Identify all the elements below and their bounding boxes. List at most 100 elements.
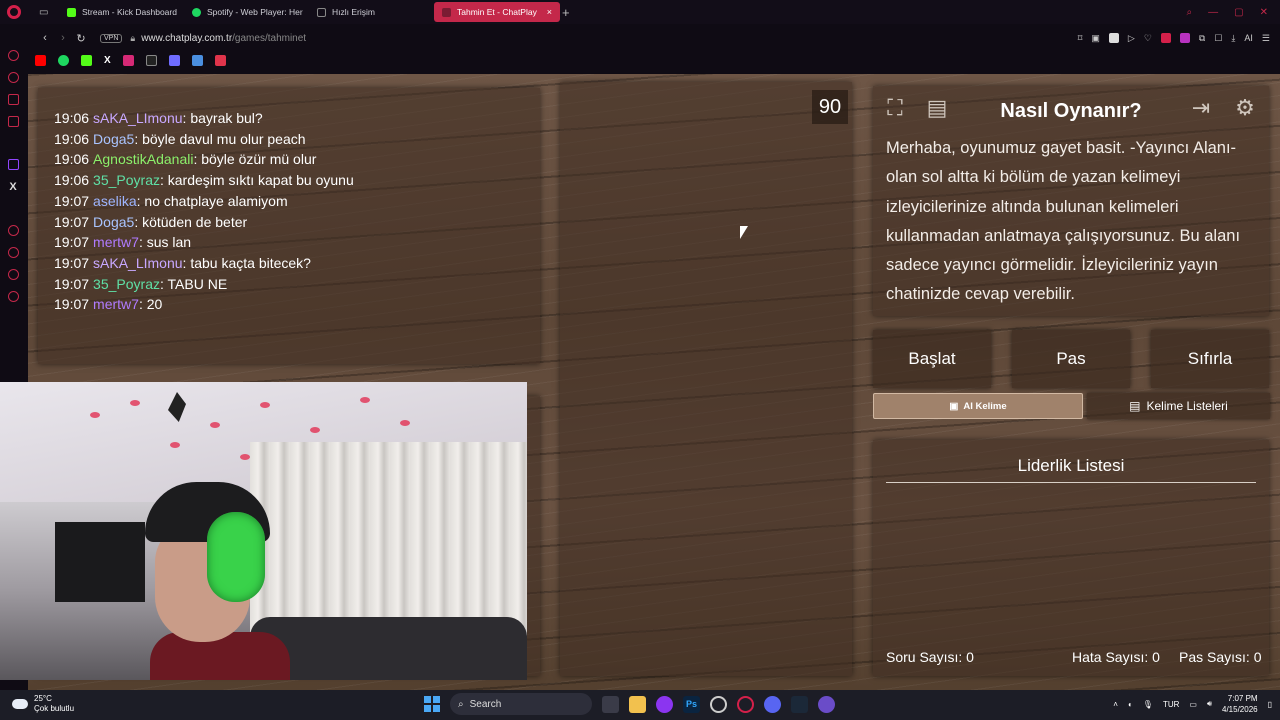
aria-icon[interactable] bbox=[7, 50, 19, 61]
volume-icon[interactable]: 🔊︎ bbox=[1207, 699, 1212, 709]
url-field[interactable]: www.chatplay.com.tr/games/tahminet bbox=[141, 33, 306, 44]
steam-icon[interactable] bbox=[791, 695, 808, 713]
obs-icon[interactable] bbox=[710, 695, 727, 713]
tab-workspaces[interactable]: ▭ bbox=[31, 2, 59, 22]
workspaces-icon[interactable]: ▭ bbox=[39, 7, 48, 18]
chat-message: 19:07 mertw7: sus lan bbox=[54, 234, 192, 251]
play-icon[interactable]: ▷ bbox=[1128, 33, 1135, 44]
chat-time: 19:07 bbox=[54, 275, 90, 292]
shield-icon[interactable] bbox=[1108, 33, 1119, 43]
chat-time: 19:06 bbox=[54, 172, 90, 189]
minimize-icon[interactable]: — bbox=[1208, 7, 1218, 18]
photoshop-icon[interactable]: Ps bbox=[683, 695, 700, 713]
question-count: Soru Sayısı: 0 bbox=[886, 649, 974, 665]
word-lists-button[interactable]: ▤ Kelime Listeleri bbox=[1087, 393, 1270, 419]
youtube-icon[interactable] bbox=[35, 54, 46, 66]
chat-message: 19:06 Doga5: böyle davul mu olur peach bbox=[54, 130, 306, 147]
extension-icon[interactable] bbox=[1179, 33, 1190, 43]
task-view-icon[interactable] bbox=[602, 695, 619, 713]
chat-text: kötüden de beter bbox=[142, 213, 248, 230]
new-tab-button[interactable]: + bbox=[562, 5, 570, 20]
puzzle-icon[interactable]: ⧉ bbox=[1199, 33, 1205, 44]
chat-username[interactable]: Doga5 bbox=[93, 214, 134, 230]
tab-kick[interactable]: Stream - Kick Dashboard bbox=[59, 2, 184, 22]
taskbar-search[interactable]: ⌕ Search bbox=[450, 693, 592, 715]
chat-username[interactable]: aselika bbox=[93, 193, 137, 209]
start-button[interactable]: Başlat bbox=[873, 330, 991, 388]
messenger-icon[interactable] bbox=[7, 94, 19, 105]
network-icon[interactable]: ◐ bbox=[1128, 700, 1133, 709]
tiktok-icon[interactable] bbox=[145, 54, 157, 66]
microphone-icon[interactable]: 🎙︎ bbox=[1143, 700, 1153, 709]
display-icon[interactable]: ▭ bbox=[1189, 700, 1197, 709]
settings-gear-icon[interactable]: ⚙ bbox=[1229, 92, 1261, 124]
help-panel: ⛶ ▤ Nasıl Oynanır? ⇥ ⚙ Merhaba, oyunumuz… bbox=[873, 86, 1269, 316]
chat-username[interactable]: Doga5 bbox=[93, 131, 134, 147]
instagram-icon[interactable] bbox=[122, 54, 134, 66]
chat-username[interactable]: mertw7 bbox=[93, 234, 139, 250]
opera-icon[interactable] bbox=[737, 695, 754, 713]
search-tabs-icon[interactable]: ⌕ bbox=[1187, 7, 1193, 18]
mail-icon[interactable] bbox=[7, 116, 19, 127]
snapshot-icon[interactable]: ▣ bbox=[1091, 33, 1100, 44]
weather-text: Çok bulutlu bbox=[34, 704, 75, 713]
close-tab-icon[interactable]: × bbox=[547, 7, 552, 17]
crypto-wallet-icon[interactable] bbox=[7, 72, 19, 83]
player-icon[interactable] bbox=[7, 225, 19, 236]
taskbar-apps: ⌕ Search Ps bbox=[424, 693, 835, 715]
file-explorer-icon[interactable] bbox=[629, 695, 646, 713]
history-icon[interactable] bbox=[7, 247, 19, 258]
menu-icon[interactable]: ☰ bbox=[1262, 33, 1270, 44]
tab-quick-access[interactable]: Hızlı Erişim bbox=[309, 2, 434, 22]
x-icon[interactable]: X bbox=[104, 55, 111, 66]
chat-username[interactable]: mertw7 bbox=[93, 296, 139, 312]
chevron-up-icon[interactable]: ˄ bbox=[1113, 700, 1118, 709]
tab-chatplay[interactable]: Tahmin Et - ChatPlay × bbox=[434, 2, 560, 22]
easy-setup-icon[interactable]: ☐ bbox=[1214, 33, 1222, 44]
extensions-icon[interactable] bbox=[7, 269, 19, 280]
reload-icon[interactable]: ↻ bbox=[72, 32, 90, 45]
bookmark-icon[interactable]: ⌑ bbox=[1078, 33, 1083, 44]
heart-icon[interactable]: ♡ bbox=[1144, 33, 1152, 44]
opera-logo-icon[interactable] bbox=[7, 5, 21, 19]
twitch-icon[interactable] bbox=[7, 159, 19, 170]
chat-time: 19:07 bbox=[54, 296, 90, 313]
adblock-icon[interactable] bbox=[1160, 33, 1171, 43]
forward-icon[interactable]: › bbox=[54, 32, 72, 44]
maximize-icon[interactable]: ▢ bbox=[1234, 7, 1243, 18]
settings-icon[interactable] bbox=[7, 291, 19, 302]
discord-icon[interactable] bbox=[764, 695, 781, 713]
bookmark-app-icon[interactable] bbox=[191, 54, 203, 66]
chat-username[interactable]: 35_Poyraz bbox=[93, 172, 160, 188]
kick-icon[interactable] bbox=[81, 54, 92, 66]
lock-icon[interactable]: 🔒︎ bbox=[130, 33, 135, 44]
vpn-badge[interactable]: VPN bbox=[100, 33, 123, 43]
app-icon[interactable] bbox=[818, 695, 835, 713]
tab-label: Hızlı Erişim bbox=[332, 7, 375, 17]
windows-start-icon[interactable] bbox=[424, 696, 440, 712]
chat-username[interactable]: AgnostikAdanali bbox=[93, 151, 193, 167]
chat-username[interactable]: sAKA_LImonu bbox=[93, 110, 183, 126]
tab-spotify[interactable]: Spotify - Web Player: Her bbox=[184, 2, 309, 22]
reset-button[interactable]: Sıfırla bbox=[1151, 330, 1269, 388]
spotify-icon[interactable] bbox=[58, 54, 69, 66]
download-icon[interactable]: ⤓ bbox=[1231, 33, 1235, 44]
app-icon[interactable] bbox=[656, 695, 673, 713]
language-indicator[interactable]: TUR bbox=[1163, 700, 1179, 709]
clock[interactable]: 7:07 PM 4/15/2026 bbox=[1222, 693, 1258, 715]
x-icon[interactable]: X bbox=[9, 181, 16, 193]
pass-button[interactable]: Pas bbox=[1012, 330, 1130, 388]
chat-message: 19:06 AgnostikAdanali: böyle özür mü olur bbox=[54, 151, 317, 168]
notification-icon[interactable]: ▯ bbox=[1268, 700, 1272, 709]
bookmark-app-icon[interactable] bbox=[168, 54, 180, 66]
back-icon[interactable]: ‹ bbox=[36, 32, 54, 44]
exit-icon[interactable]: ⇥ bbox=[1185, 92, 1217, 124]
chatplay-icon bbox=[442, 7, 451, 17]
ai-word-button[interactable]: ▣ AI Kelime bbox=[873, 393, 1083, 419]
weather-widget[interactable]: 25°C Çok bulutlu bbox=[12, 694, 74, 714]
ai-button[interactable]: AI bbox=[1244, 33, 1253, 43]
chat-username[interactable]: 35_Poyraz bbox=[93, 276, 160, 292]
bookmark-app-icon[interactable] bbox=[214, 54, 226, 66]
close-window-icon[interactable]: ✕ bbox=[1260, 7, 1268, 18]
chat-username[interactable]: sAKA_LImonu bbox=[93, 255, 183, 271]
